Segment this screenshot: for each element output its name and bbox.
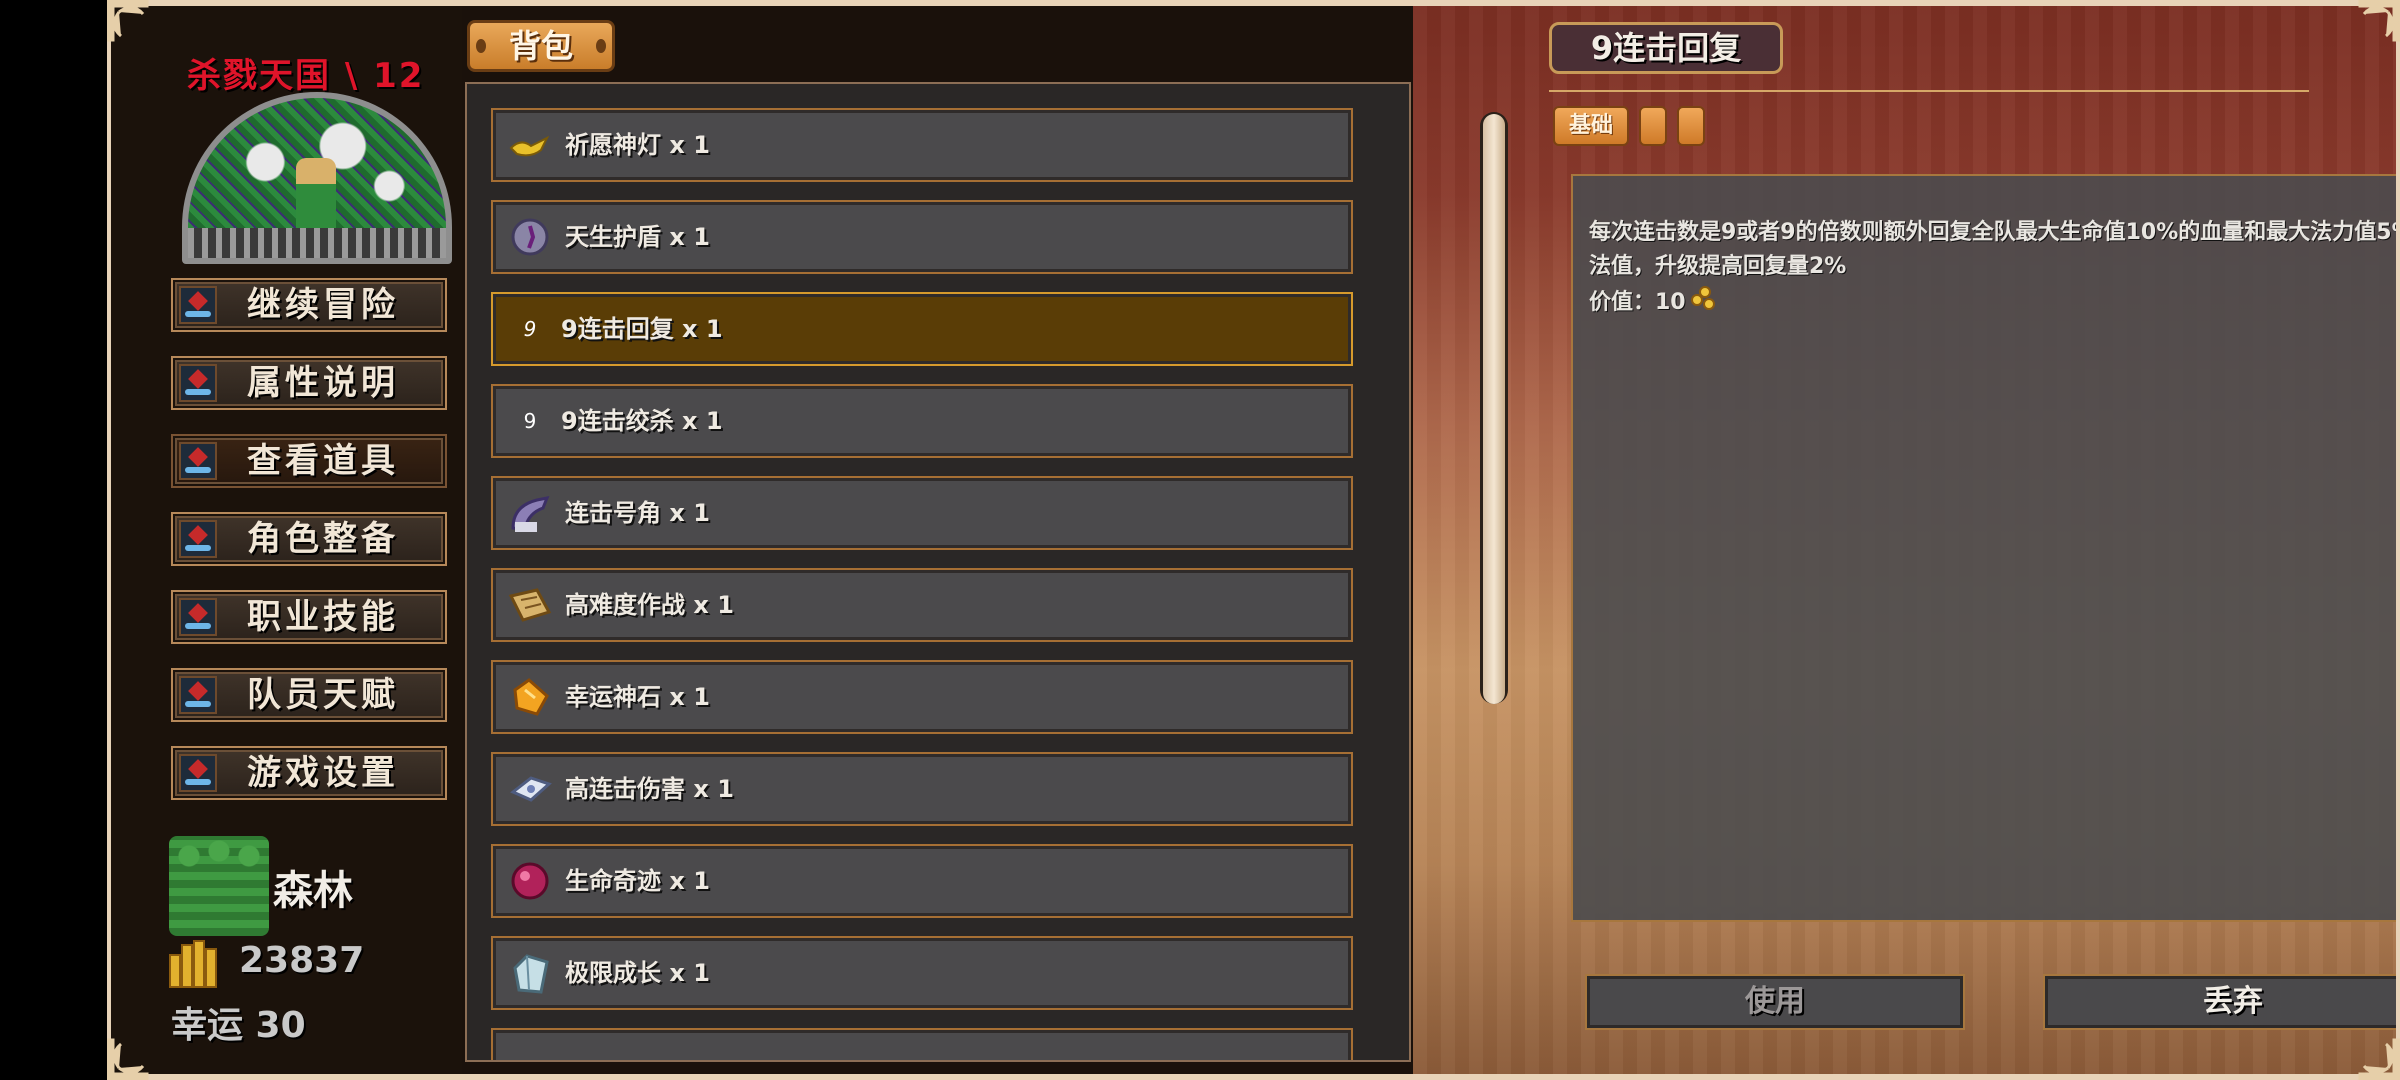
- stone-icon: [507, 676, 553, 718]
- lamp-icon: [507, 124, 553, 166]
- use-button[interactable]: 使用: [1585, 974, 1965, 1030]
- menu-class-skills[interactable]: 职业技能: [171, 590, 447, 644]
- crystal-icon: [507, 768, 553, 810]
- luck-value: 幸运 30: [171, 1005, 306, 1046]
- tab-basic[interactable]: 基础: [1553, 106, 1629, 146]
- talent-icon: [179, 676, 217, 714]
- region-name: 森林: [273, 868, 353, 914]
- heart-gem-icon: [507, 860, 553, 902]
- item-name: 连击号角 x 1: [565, 499, 710, 527]
- menu-label: 角色整备: [247, 519, 399, 559]
- game-window: 杀戮天国 \ 12 继续冒险 属性说明 查看道具 角色整备 职业技能 队员天赋: [107, 0, 2400, 1080]
- scrollbar-thumb[interactable]: [1483, 114, 1505, 704]
- list-item-partial[interactable]: [491, 1028, 1353, 1060]
- list-item[interactable]: 祈愿神灯 x 1: [491, 108, 1353, 182]
- list-item[interactable]: 天生护盾 x 1: [491, 200, 1353, 274]
- menu-continue-adventure[interactable]: 继续冒险: [171, 278, 447, 332]
- item-name: 幸运神石 x 1: [565, 683, 710, 711]
- gold-coins-icon: [169, 940, 221, 988]
- menu-character-prep[interactable]: 角色整备: [171, 512, 447, 566]
- menu-attribute-info[interactable]: 属性说明: [171, 356, 447, 410]
- continue-icon: [179, 286, 217, 324]
- tab-2[interactable]: [1639, 106, 1667, 146]
- nine-icon: 9: [523, 409, 537, 433]
- corner-ornament-icon: [2358, 0, 2400, 42]
- shield-orb-icon: [507, 216, 553, 258]
- item-name: 天生护盾 x 1: [565, 223, 710, 251]
- item-name: 9连击绞杀 x 1: [561, 407, 723, 435]
- item-name: 9连击回复 x 1: [561, 315, 723, 343]
- detail-title: 9连击回复: [1549, 22, 1783, 74]
- item-name: 高连击伤害 x 1: [565, 775, 734, 803]
- list-item[interactable]: 连击号角 x 1: [491, 476, 1353, 550]
- discard-button[interactable]: 丢弃: [2043, 974, 2400, 1030]
- menu-label: 属性说明: [247, 363, 399, 403]
- menu-view-items[interactable]: 查看道具: [171, 434, 447, 488]
- menu-label: 职业技能: [247, 597, 399, 637]
- tab-bag[interactable]: 背包: [467, 20, 615, 72]
- settings-icon: [179, 754, 217, 792]
- coin-icon: [1691, 286, 1717, 314]
- bag-item-list[interactable]: 祈愿神灯 x 1 天生护盾 x 1 9 9连击回复 x 1 9 9连击绞杀 x …: [465, 82, 1411, 1062]
- menu-game-settings[interactable]: 游戏设置: [171, 746, 447, 800]
- left-panel: 杀戮天国 \ 12 继续冒险 属性说明 查看道具 角色整备 职业技能 队员天赋: [107, 0, 462, 1080]
- horn-icon: [507, 492, 553, 534]
- list-item[interactable]: 9 9连击绞杀 x 1: [491, 384, 1353, 458]
- gold-amount: 23837: [239, 940, 365, 981]
- stage-title: 杀戮天国 \ 12: [187, 56, 425, 96]
- item-name: 极限成长 x 1: [565, 959, 710, 987]
- item-name: 祈愿神灯 x 1: [565, 131, 710, 159]
- scroll-icon: [507, 584, 553, 626]
- list-item[interactable]: 高连击伤害 x 1: [491, 752, 1353, 826]
- title-divider: [1549, 90, 2309, 92]
- corner-ornament-icon: [107, 0, 149, 42]
- hero-portrait: [182, 92, 452, 264]
- attribute-icon: [179, 364, 217, 402]
- item-name: 生命奇迹 x 1: [565, 867, 710, 895]
- menu-label: 查看道具: [247, 441, 399, 481]
- items-icon: [179, 442, 217, 480]
- detail-panel: 每次连击数是9或者9的倍数则额外回复全队最大生命值10%的血量和最大法力值5%的…: [1571, 174, 2400, 922]
- item-value: 价值：10: [1589, 290, 1686, 315]
- list-item-selected[interactable]: 9 9连击回复 x 1: [491, 292, 1353, 366]
- skills-icon: [179, 598, 217, 636]
- list-item[interactable]: 幸运神石 x 1: [491, 660, 1353, 734]
- menu-label: 游戏设置: [247, 753, 399, 793]
- portrait-fence: [188, 228, 446, 258]
- corner-ornament-icon: [107, 1038, 149, 1080]
- item-name: 高难度作战 x 1: [565, 591, 734, 619]
- corner-ornament-icon: [2358, 1038, 2400, 1080]
- list-item[interactable]: 生命奇迹 x 1: [491, 844, 1353, 918]
- menu-label: 继续冒险: [247, 285, 399, 325]
- list-item[interactable]: 高难度作战 x 1: [491, 568, 1353, 642]
- character-icon: [179, 520, 217, 558]
- forest-icon: [169, 836, 269, 936]
- list-item[interactable]: 极限成长 x 1: [491, 936, 1353, 1010]
- diamond-icon: [507, 952, 553, 994]
- nine-icon: 9: [523, 317, 537, 341]
- menu-member-talents[interactable]: 队员天赋: [171, 668, 447, 722]
- menu-label: 队员天赋: [247, 675, 399, 715]
- item-description: 每次连击数是9或者9的倍数则额外回复全队最大生命值10%的血量和最大法力值5%的…: [1589, 220, 2400, 279]
- tab-3[interactable]: [1677, 106, 1705, 146]
